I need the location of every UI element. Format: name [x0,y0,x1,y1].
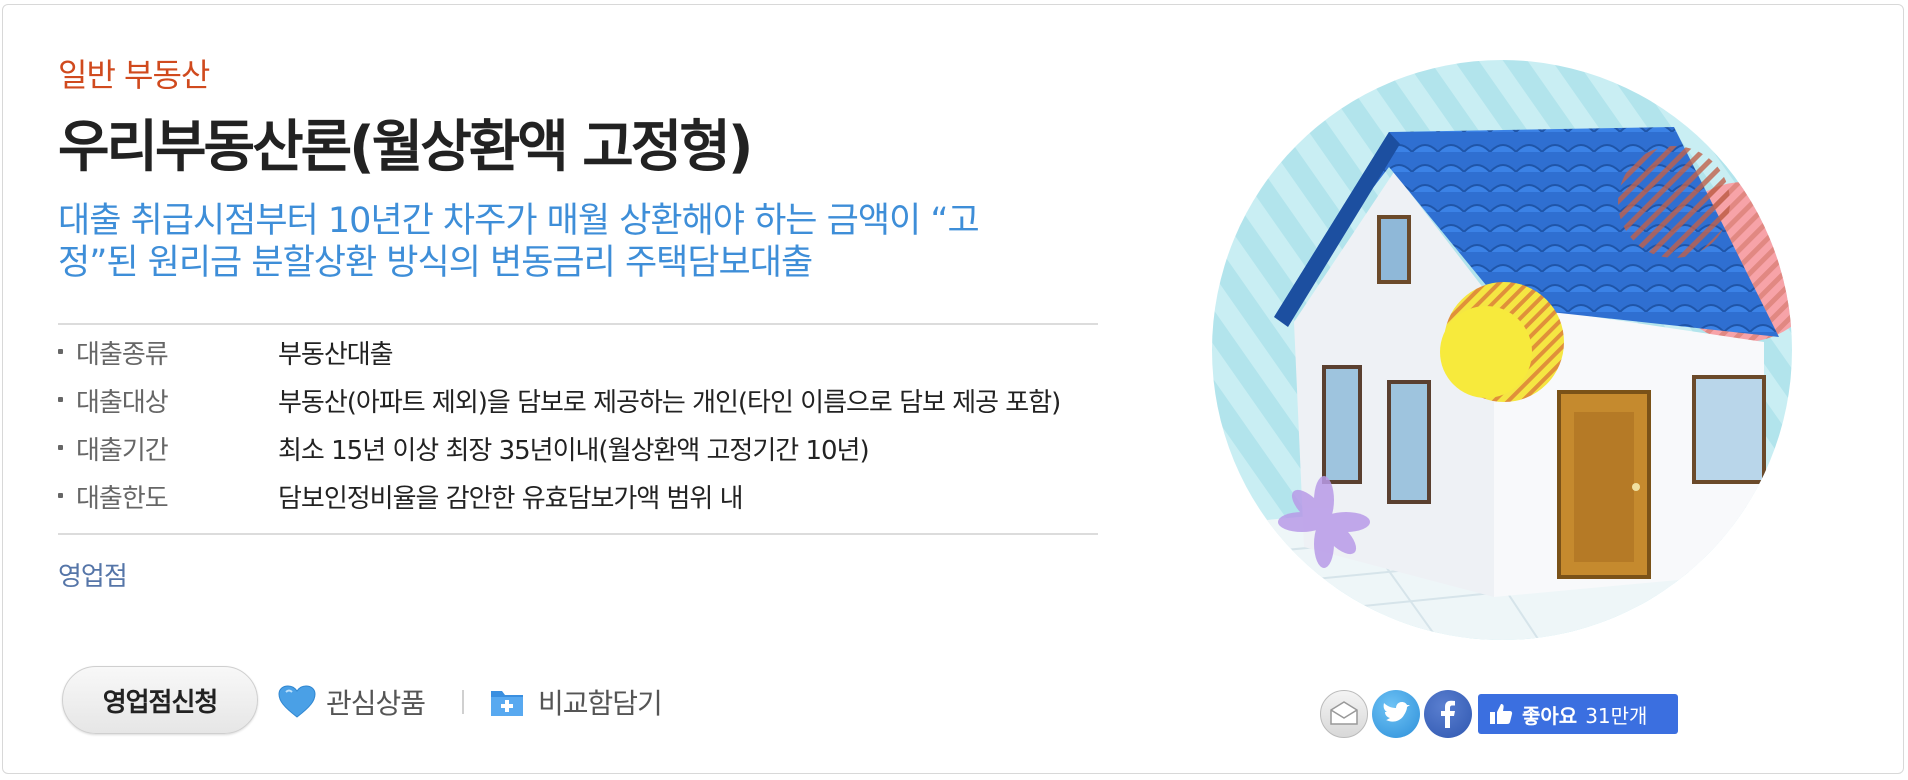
info-bottom-divider [58,533,1098,535]
info-label: 대출한도 [76,484,169,514]
house-illustration [1204,52,1800,648]
bullet-icon [58,493,63,498]
info-label: 대출대상 [76,388,169,418]
branch-label: 영업점 [58,562,128,592]
info-list: 대출종류 부동산대출 대출대상 부동산(아파트 제외)을 담보로 제공하는 개인… [58,328,1098,520]
info-row-loan-period: 대출기간 최소 15년 이상 최장 35년이내(월상환액 고정기간 10년) [58,424,1098,472]
facebook-like-button[interactable]: 좋아요 31만개 [1478,694,1678,734]
info-value: 최소 15년 이상 최장 35년이내(월상환액 고정기간 10년) [278,436,870,466]
compare-button[interactable]: 비교함담기 [490,682,663,722]
info-row-loan-target: 대출대상 부동산(아파트 제외)을 담보로 제공하는 개인(타인 이름으로 담보… [58,376,1098,424]
branch-apply-button[interactable]: 영업점신청 [62,666,258,734]
facebook-icon [1441,700,1455,728]
info-value: 담보인정비율을 감안한 유효담보가액 범위 내 [278,484,744,514]
action-separator [462,690,464,714]
bullet-icon [58,397,63,402]
twitter-icon [1383,702,1410,722]
info-row-loan-limit: 대출한도 담보인정비율을 감안한 유효담보가액 범위 내 [58,472,1098,520]
favorite-button[interactable]: 관심상품 [278,682,426,722]
info-value: 부동산(아파트 제외)을 담보로 제공하는 개인(타인 이름으로 담보 제공 포… [278,388,1061,418]
product-category: 일반 부동산 [58,56,210,94]
twitter-share-button[interactable] [1372,690,1420,738]
info-top-divider [58,323,1098,325]
info-label: 대출종류 [76,340,169,370]
folder-add-icon [491,691,523,716]
like-label: 좋아요 [1522,703,1578,728]
compare-label: 비교함담기 [538,687,663,720]
info-label: 대출기간 [76,436,169,466]
favorite-label: 관심상품 [326,687,426,720]
bullet-icon [58,445,63,450]
description-line-1: 대출 취급시점부터 10년간 차주가 매월 상환해야 하는 금액이 “고 [58,201,980,241]
info-value: 부동산대출 [278,340,394,370]
facebook-share-button[interactable] [1424,690,1472,738]
description-line-2: 정”된 원리금 분할상환 방식의 변동금리 주택담보대출 [58,243,813,283]
heart-icon [278,685,316,718]
product-description: 대출 취급시점부터 10년간 차주가 매월 상환해야 하는 금액이 “고 정”된… [58,200,1038,284]
thumbs-up-icon [1490,704,1513,724]
like-count: 31만개 [1585,703,1648,728]
bullet-icon [58,349,63,354]
email-icon [1330,701,1358,725]
product-title: 우리부동산론(월상환액 고정형) [58,115,753,180]
info-row-loan-type: 대출종류 부동산대출 [58,328,1098,376]
email-share-button[interactable] [1320,690,1368,738]
